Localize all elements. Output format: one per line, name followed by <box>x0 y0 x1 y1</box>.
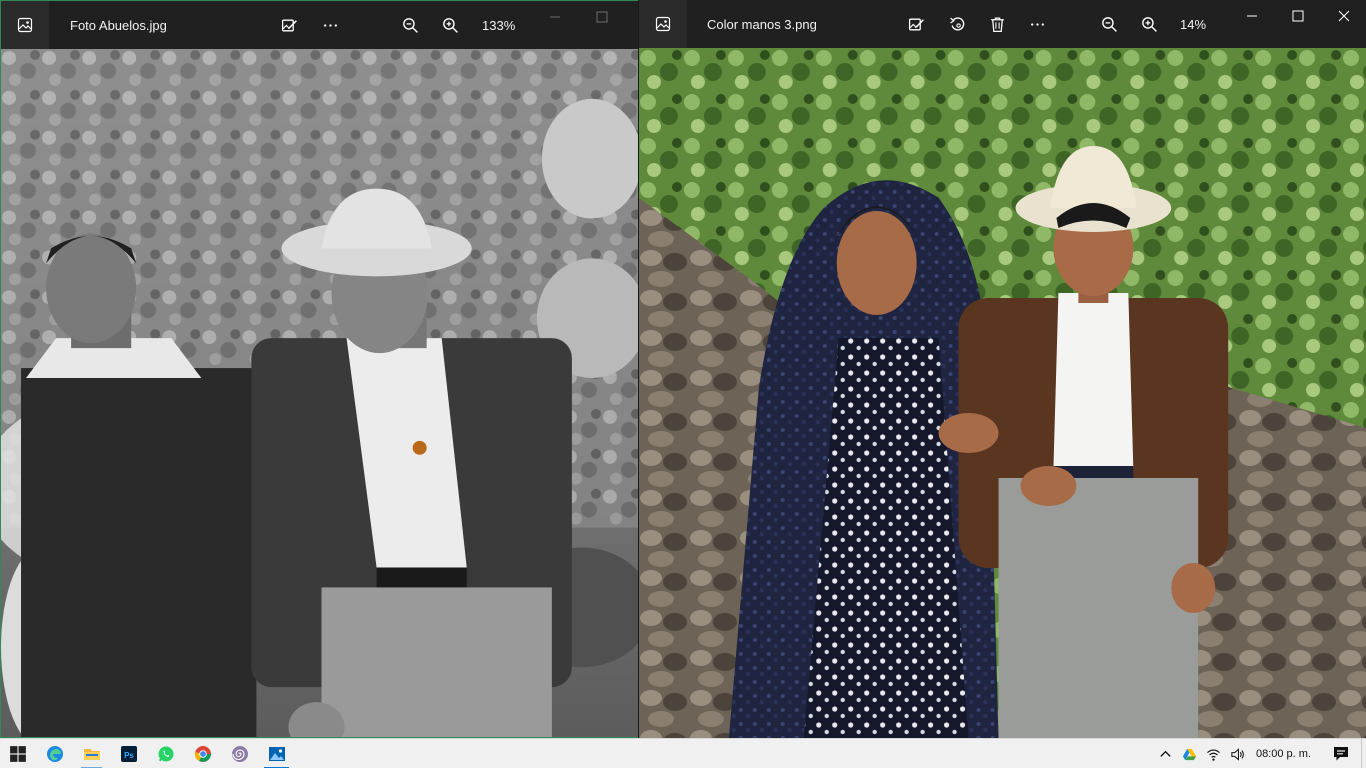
bw-grandparents-photo <box>1 49 638 737</box>
more-options-button[interactable] <box>1017 0 1057 48</box>
taskbar-whatsapp[interactable] <box>147 739 184 768</box>
taskbar-file-explorer[interactable] <box>73 739 110 768</box>
edge-icon <box>46 745 63 762</box>
folder-icon <box>83 748 100 760</box>
taskbar-edge[interactable] <box>36 739 73 768</box>
photos-window-left[interactable]: Foto Abuelos.jpg 133% <box>0 0 638 738</box>
spiral-app-icon <box>231 745 248 762</box>
photos-app-icon[interactable] <box>1 1 49 49</box>
photo-black-and-white[interactable] <box>1 49 638 737</box>
google-drive-icon <box>1183 748 1197 760</box>
zoom-in-icon <box>442 17 458 33</box>
taskbar-photos[interactable] <box>258 739 295 768</box>
close-button[interactable] <box>1321 0 1366 48</box>
window-title: Foto Abuelos.jpg <box>70 17 167 33</box>
photoshop-icon: Ps <box>120 745 137 762</box>
photoshop-label: Ps <box>124 751 134 760</box>
edit-image-icon <box>908 18 924 30</box>
taskbar-chrome[interactable] <box>184 739 221 768</box>
taskbar-clock[interactable]: 08:00 p. m. <box>1250 748 1321 760</box>
zoom-level[interactable]: 133% <box>482 1 515 49</box>
system-tray: 08:00 p. m. <box>1154 739 1366 768</box>
more-icon <box>1030 22 1044 26</box>
zoom-in-button[interactable] <box>1129 0 1169 48</box>
speaker-icon <box>1231 747 1245 761</box>
notifications-icon <box>1334 747 1348 761</box>
edit-image-button[interactable] <box>896 0 936 48</box>
taskbar-photoshop[interactable]: Ps <box>110 739 147 768</box>
maximize-icon <box>596 11 608 23</box>
more-icon <box>323 23 337 27</box>
colorized-grandparents-photo <box>639 48 1366 738</box>
delete-button[interactable] <box>977 0 1017 48</box>
chevron-up-icon <box>1160 750 1172 757</box>
show-desktop-button[interactable] <box>1361 739 1366 768</box>
google-drive-tray[interactable] <box>1178 739 1202 768</box>
desktop: Foto Abuelos.jpg 133% Color manos 3.png … <box>0 0 1366 768</box>
show-hidden-icons-button[interactable] <box>1154 739 1178 768</box>
minimize-button[interactable] <box>532 1 578 49</box>
photos-app-icon[interactable] <box>639 0 687 48</box>
taskbar: Ps 08:00 p. m. <box>0 738 1366 768</box>
windows-logo-icon <box>10 745 26 762</box>
zoom-level[interactable]: 14% <box>1180 0 1206 48</box>
window-title: Color manos 3.png <box>707 16 817 32</box>
chrome-icon <box>194 745 211 762</box>
maximize-icon <box>1292 10 1304 22</box>
titlebar-left[interactable]: Foto Abuelos.jpg 133% <box>1 1 638 49</box>
zoom-out-icon <box>1101 16 1117 32</box>
photo-colorized[interactable] <box>639 48 1366 738</box>
minimize-icon <box>1247 15 1257 17</box>
photos-window-right[interactable]: Color manos 3.png 14% <box>638 0 1366 738</box>
whatsapp-icon <box>158 746 173 761</box>
maximize-button[interactable] <box>1275 0 1321 48</box>
zoom-out-button[interactable] <box>390 1 430 49</box>
edit-image-button[interactable] <box>269 1 309 49</box>
taskbar-spiral-app[interactable] <box>221 739 258 768</box>
network-tray[interactable] <box>1202 739 1226 768</box>
photos-icon <box>268 746 285 761</box>
start-button[interactable] <box>0 739 36 768</box>
more-options-button[interactable] <box>310 1 350 49</box>
maximize-button[interactable] <box>579 1 625 49</box>
zoom-in-button[interactable] <box>430 1 470 49</box>
minimize-icon <box>550 16 560 18</box>
zoom-in-icon <box>1141 16 1157 32</box>
close-icon <box>1338 10 1350 22</box>
action-center-button[interactable] <box>1321 739 1361 768</box>
delete-icon <box>990 16 1004 32</box>
rotate-icon <box>949 16 964 30</box>
rotate-button[interactable] <box>937 0 977 48</box>
zoom-out-icon <box>402 17 418 33</box>
volume-tray[interactable] <box>1226 739 1250 768</box>
wifi-icon <box>1207 748 1221 761</box>
titlebar-right[interactable]: Color manos 3.png 14% <box>639 0 1366 48</box>
edit-image-icon <box>281 19 297 31</box>
minimize-button[interactable] <box>1229 0 1275 48</box>
zoom-out-button[interactable] <box>1089 0 1129 48</box>
